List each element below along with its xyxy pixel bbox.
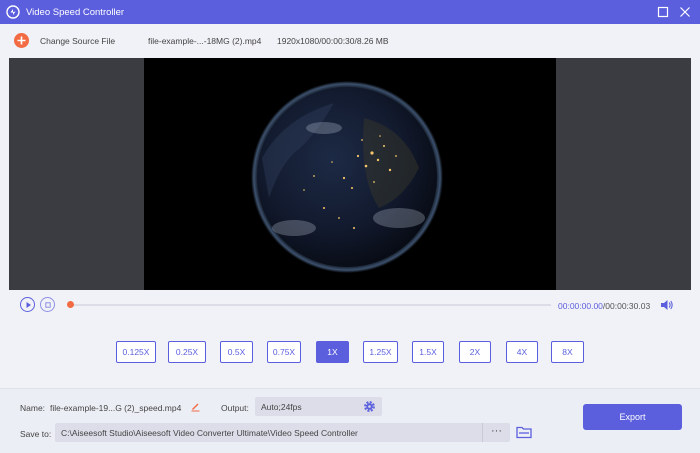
- save-path-value: C:\Aiseesoft Studio\Aiseesoft Video Conv…: [61, 428, 358, 438]
- edit-icon[interactable]: [190, 401, 201, 412]
- volume-icon[interactable]: [660, 299, 674, 311]
- speed-option-075x[interactable]: 0.75X: [267, 341, 301, 363]
- stop-button[interactable]: [40, 297, 55, 312]
- speed-option-1x[interactable]: 1X: [316, 341, 349, 363]
- speed-option-15x[interactable]: 1.5X: [412, 341, 444, 363]
- window-title: Video Speed Controller: [26, 7, 125, 18]
- output-format-value: Auto;24fps: [261, 402, 302, 412]
- save-path-field[interactable]: C:\Aiseesoft Studio\Aiseesoft Video Conv…: [55, 423, 510, 442]
- output-name-value: file-example-19...G (2)_speed.mp4: [50, 403, 182, 413]
- video-preview: [9, 58, 691, 290]
- playback-controls: 00:00:00.00/00:00:30.03: [0, 290, 700, 322]
- play-icon: [26, 301, 31, 308]
- speed-option-8x[interactable]: 8X: [551, 341, 584, 363]
- change-source-label[interactable]: Change Source File: [40, 36, 115, 46]
- total-time: 00:00:30.03: [605, 301, 651, 311]
- name-label: Name:: [20, 403, 46, 413]
- source-file-name: file-example-...-18MG (2).mp4: [148, 36, 262, 46]
- speed-options: 0.125X 0.25X 0.5X 0.75X 1X 1.25X 1.5X 2X…: [0, 322, 700, 388]
- save-to-label: Save to:: [20, 429, 52, 439]
- speed-option-2x[interactable]: 2X: [459, 341, 491, 363]
- video-frame: [144, 58, 556, 290]
- speed-option-4x[interactable]: 4X: [506, 341, 538, 363]
- earth-night-image: [251, 81, 443, 273]
- gear-icon[interactable]: [363, 400, 376, 413]
- speed-option-125x[interactable]: 1.25X: [363, 341, 398, 363]
- source-bar: Change Source File file-example-...-18MG…: [0, 24, 700, 58]
- close-icon[interactable]: [678, 5, 692, 19]
- time-display: 00:00:00.00/00:00:30.03: [558, 301, 650, 311]
- browse-button[interactable]: ···: [482, 423, 510, 442]
- output-panel: Name: file-example-19...G (2)_speed.mp4 …: [0, 388, 700, 453]
- stop-icon: [44, 301, 51, 308]
- folder-icon[interactable]: [516, 425, 532, 439]
- maximize-icon[interactable]: [656, 5, 670, 19]
- speed-option-025x[interactable]: 0.25X: [168, 341, 206, 363]
- source-file-info: 1920x1080/00:00:30/8.26 MB: [277, 36, 389, 46]
- speed-option-0125x[interactable]: 0.125X: [116, 341, 156, 363]
- output-format-field[interactable]: Auto;24fps: [255, 397, 382, 416]
- export-button[interactable]: Export: [583, 404, 682, 430]
- plus-icon: [17, 36, 26, 45]
- output-label: Output:: [221, 403, 249, 413]
- progress-thumb[interactable]: [67, 301, 74, 308]
- progress-track[interactable]: [71, 304, 551, 306]
- current-time: 00:00:00.00: [558, 301, 603, 311]
- speed-option-05x[interactable]: 0.5X: [220, 341, 253, 363]
- title-bar: Video Speed Controller: [0, 0, 700, 24]
- app-logo-icon: [6, 5, 20, 19]
- change-source-button[interactable]: [14, 33, 29, 48]
- play-button[interactable]: [20, 297, 35, 312]
